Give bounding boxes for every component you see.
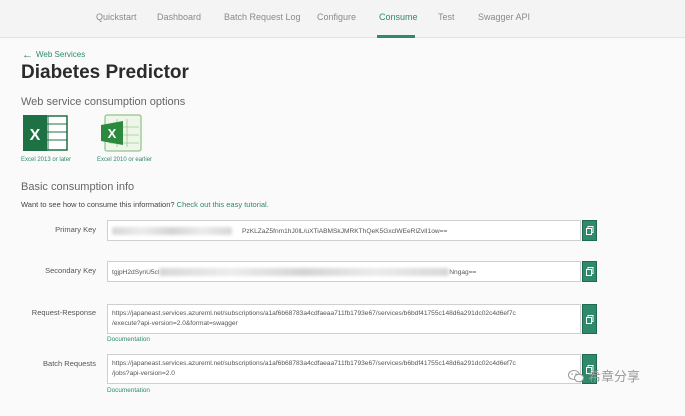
back-to-web-services-link[interactable]: ← Web Services — [22, 48, 86, 61]
consumption-options-heading: Web service consumption options — [21, 96, 186, 108]
basic-consumption-heading: Basic consumption info — [21, 181, 135, 193]
secondary-key-prefix: tgjpH2dSynU5cl — [112, 268, 160, 276]
copy-icon — [585, 226, 593, 235]
redacted-region — [112, 227, 232, 235]
request-response-url-line1: https://japaneast.services.azureml.net/s… — [112, 310, 516, 317]
excel-2013-icon: X — [23, 115, 68, 151]
copy-request-response-button[interactable] — [582, 304, 597, 334]
secondary-key-label: Secondary Key — [45, 266, 96, 275]
request-response-url-field[interactable]: https://japaneast.services.azureml.net/s… — [107, 304, 581, 334]
svg-text:X: X — [108, 126, 117, 141]
copy-secondary-key-button[interactable] — [582, 261, 597, 282]
batch-requests-url-line1: https://japaneast.services.azureml.net/s… — [112, 360, 516, 367]
arrow-left-icon: ← — [22, 48, 33, 61]
excel-2010-icon: X — [101, 114, 142, 152]
request-response-documentation-link[interactable]: Documentation — [107, 336, 150, 343]
excel-2013-download[interactable]: X Excel 2013 or later — [21, 113, 71, 163]
copy-primary-key-button[interactable] — [582, 220, 597, 241]
batch-requests-documentation-link[interactable]: Documentation — [107, 387, 150, 394]
excel-2010-caption: Excel 2010 or earlier — [97, 157, 153, 163]
tab-configure[interactable]: Configure — [317, 12, 356, 22]
wechat-icon — [568, 369, 584, 382]
watermark: 希章分享 — [568, 366, 640, 385]
primary-key-label: Primary Key — [55, 225, 96, 234]
tutorial-link[interactable]: Check out this easy tutorial. — [177, 200, 269, 209]
tutorial-intro: Want to see how to consume this informat… — [21, 200, 269, 209]
tab-test[interactable]: Test — [438, 12, 455, 22]
copy-icon — [585, 314, 593, 324]
secondary-key-field[interactable]: tgjpH2dSynU5cl Nngag== — [107, 261, 581, 282]
secondary-key-suffix: Nngag== — [449, 268, 477, 276]
tutorial-intro-text: Want to see how to consume this informat… — [21, 200, 175, 209]
top-nav-bar: Quickstart Dashboard Batch Request Log C… — [0, 0, 685, 38]
watermark-text: 希章分享 — [588, 369, 641, 384]
tab-dashboard[interactable]: Dashboard — [157, 12, 201, 22]
tab-quickstart[interactable]: Quickstart — [96, 12, 137, 22]
excel-2013-caption: Excel 2013 or later — [21, 157, 72, 163]
batch-requests-url-field[interactable]: https://japaneast.services.azureml.net/s… — [107, 354, 581, 384]
batch-requests-label: Batch Requests — [43, 359, 96, 368]
page-title: Diabetes Predictor — [21, 62, 189, 83]
request-response-url-line2: /execute?api-version=2.0&format=swagger — [112, 320, 238, 327]
primary-key-field[interactable]: PzKLZaZ5fnm1hJ0lL/uXTiABMSkJMRKThQeK5Gxc… — [107, 220, 581, 241]
tab-batch-request-log[interactable]: Batch Request Log — [224, 12, 301, 22]
tab-consume[interactable]: Consume — [379, 12, 418, 22]
request-response-label: Request-Response — [31, 308, 96, 317]
excel-2010-download[interactable]: X Excel 2010 or earlier — [97, 113, 152, 163]
svg-text:X: X — [30, 127, 41, 144]
primary-key-visible: PzKLZaZ5fnm1hJ0lL/uXTiABMSkJMRKThQeK5Gxc… — [242, 227, 448, 235]
back-link-label: Web Services — [36, 50, 86, 59]
copy-icon — [585, 267, 593, 276]
batch-requests-url-line2: /jobs?api-version=2.0 — [112, 370, 175, 377]
redacted-region — [159, 268, 450, 276]
tab-swagger-api[interactable]: Swagger API — [478, 12, 530, 22]
